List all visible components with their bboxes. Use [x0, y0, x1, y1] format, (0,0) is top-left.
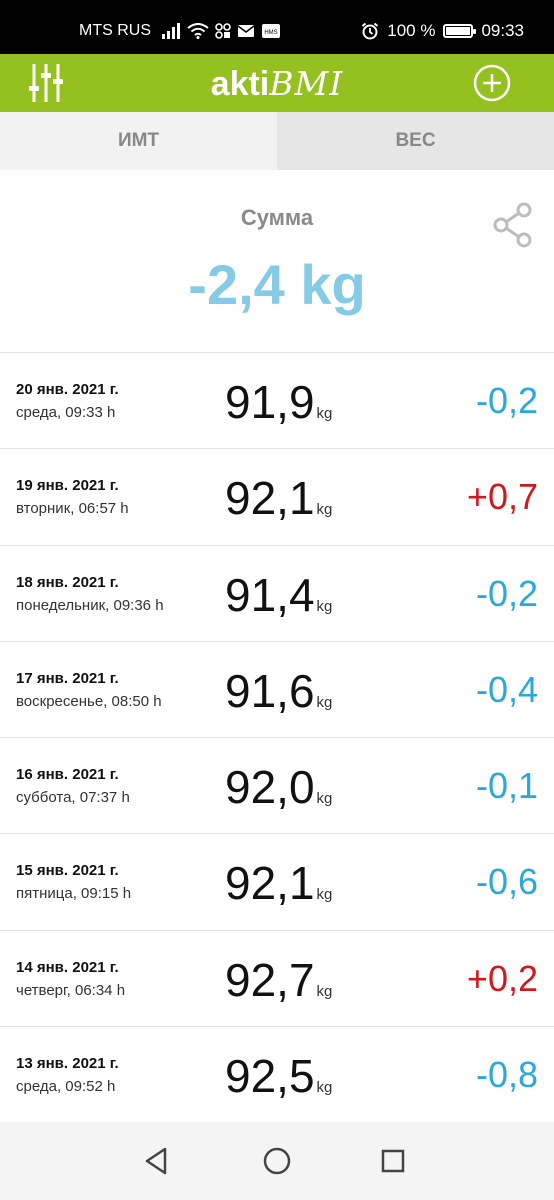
svg-text:HMS: HMS — [264, 30, 277, 36]
entry-date: 18 янв. 2021 г. — [16, 573, 119, 591]
signal-icon — [162, 23, 180, 39]
add-circle-icon[interactable] — [472, 63, 512, 103]
entry-weight-value: 91,6 — [225, 664, 315, 717]
entry-weight-unit: kg — [316, 1078, 333, 1096]
entry-weight-unit: kg — [316, 693, 333, 711]
entry-weight: 92,5 kg — [225, 1049, 332, 1103]
weight-entry-row[interactable]: 17 янв. 2021 г. воскресенье, 08:50 h 91,6 k… — [0, 641, 554, 738]
summary-value: -2,4 kg — [188, 253, 366, 316]
entry-weight-unit: kg — [316, 790, 333, 807]
entry-weight: 92,1 kg — [225, 856, 332, 910]
entry-day-time: понедельник, 09:36 h — [16, 596, 164, 614]
weight-entry-row[interactable]: 13 янв. 2021 г. среда, 09:52 h 92,5 kg -0,8 — [0, 1026, 554, 1123]
app-logo: aktiBMI — [0, 64, 554, 104]
entry-difference: -0,2 — [475, 572, 538, 614]
entry-difference: -0,2 — [475, 380, 538, 421]
entry-weight-unit: kg — [316, 886, 333, 904]
sms-icon — [237, 25, 255, 37]
entry-difference: +0,2 — [466, 957, 538, 999]
app-screen: MTS RUS HMS 100 % 09:33 aktiBMI ИМТ ВЕС … — [0, 0, 554, 1200]
entry-date: 20 янв. 2021 г. — [16, 381, 119, 398]
entry-weight-value: 91,9 — [225, 376, 315, 428]
entry-difference: -0,4 — [475, 668, 538, 710]
recents-square-icon[interactable] — [377, 1145, 409, 1177]
status-left: MTS RUS HMS — [79, 22, 281, 40]
entry-weight-value: 92,1 — [225, 857, 315, 910]
entry-difference: +0,7 — [466, 476, 538, 518]
weight-entry-row[interactable]: 20 янв. 2021 г. среда, 09:33 h 91,9 kg -0,2 — [0, 353, 554, 450]
status-right: 100 % 09:33 — [361, 21, 524, 41]
entry-weight: 92,7 kg — [225, 953, 332, 1007]
alarm-icon — [362, 22, 379, 40]
weight-entry-row[interactable]: 15 янв. 2021 г. пятница, 09:15 h 92,1 kg -0,… — [0, 834, 554, 931]
weight-entry-row[interactable]: 14 янв. 2021 г. четверг, 06:34 h 92,7 kg +0,… — [0, 930, 554, 1027]
entry-day-time: четверг, 06:34 h — [16, 981, 126, 999]
entry-weight: 91,9 kg — [225, 375, 332, 429]
entry-day-time: среда, 09:33 h — [16, 404, 116, 421]
entry-date: 13 янв. 2021 г. — [16, 1054, 119, 1072]
summary-panel: Сумма -2,4 kg — [0, 170, 554, 353]
entry-weight-unit: kg — [316, 501, 333, 519]
entry-date: 19 янв. 2021 г. — [16, 477, 119, 495]
weight-entry-row[interactable]: 18 янв. 2021 г. понедельник, 09:36 h 91,4 k… — [0, 545, 554, 642]
entry-weight: 92,1 kg — [225, 471, 332, 525]
entry-date: 17 янв. 2021 г. — [16, 669, 119, 687]
entry-weight-value: 92,7 — [225, 953, 315, 1006]
entry-weight-unit: kg — [316, 597, 333, 615]
chat-icon — [215, 23, 231, 39]
status-icons: HMS — [161, 23, 281, 39]
hms-icon: HMS — [262, 24, 280, 38]
battery-percent: 100 % — [387, 21, 436, 40]
entry-weight: 92,0 kg — [225, 760, 332, 814]
tab-bmi[interactable]: ИМТ — [0, 112, 277, 170]
entry-difference: -0,6 — [475, 861, 538, 903]
weight-entries-list: 20 янв. 2021 г. среда, 09:33 h 91,9 kg -0,2 1… — [0, 353, 554, 1123]
entry-weight-value: 92,1 — [225, 472, 315, 525]
entry-weight: 91,6 kg — [225, 664, 332, 718]
entry-date: 16 янв. 2021 г. — [16, 766, 119, 783]
entry-day-time: суббота, 07:37 h — [16, 789, 130, 806]
system-nav-bar — [0, 1122, 554, 1200]
entry-weight-value: 91,4 — [225, 568, 315, 621]
entry-day-time: среда, 09:52 h — [16, 1077, 116, 1095]
summary-label: Сумма — [240, 205, 314, 230]
battery-icon — [443, 24, 477, 38]
entry-day-time: пятница, 09:15 h — [16, 885, 132, 903]
app-bar: aktiBMI — [0, 54, 554, 112]
carrier-label: MTS RUS — [79, 22, 151, 39]
entry-day-time: вторник, 06:57 h — [16, 500, 129, 518]
logo-suffix: BMI — [269, 64, 344, 103]
tab-bar: ИМТ ВЕС — [0, 112, 554, 170]
entry-difference: -0,8 — [475, 1053, 538, 1095]
entry-date: 15 янв. 2021 г. — [16, 862, 119, 880]
entry-weight-unit: kg — [316, 982, 333, 1000]
entry-difference: -0,1 — [475, 765, 538, 806]
weight-entry-row[interactable]: 16 янв. 2021 г. суббота, 07:37 h 92,0 kg -0,… — [0, 738, 554, 835]
entry-weight-unit: kg — [316, 405, 333, 422]
entry-weight: 91,4 kg — [225, 568, 332, 622]
tab-weight[interactable]: ВЕС — [277, 112, 554, 170]
clock: 09:33 — [481, 21, 524, 40]
back-triangle-icon[interactable] — [141, 1145, 173, 1177]
entry-weight-value: 92,5 — [225, 1049, 315, 1102]
status-bar: MTS RUS HMS 100 % 09:33 — [0, 0, 554, 54]
share-icon[interactable] — [492, 202, 534, 248]
entry-day-time: воскресенье, 08:50 h — [16, 692, 162, 710]
home-circle-icon[interactable] — [261, 1145, 293, 1177]
wifi-icon — [187, 23, 209, 39]
entry-weight-value: 92,0 — [225, 761, 315, 813]
logo-prefix: akti — [210, 65, 270, 103]
weight-entry-row[interactable]: 19 янв. 2021 г. вторник, 06:57 h 92,1 kg +0,… — [0, 449, 554, 546]
entry-date: 14 янв. 2021 г. — [16, 958, 119, 976]
